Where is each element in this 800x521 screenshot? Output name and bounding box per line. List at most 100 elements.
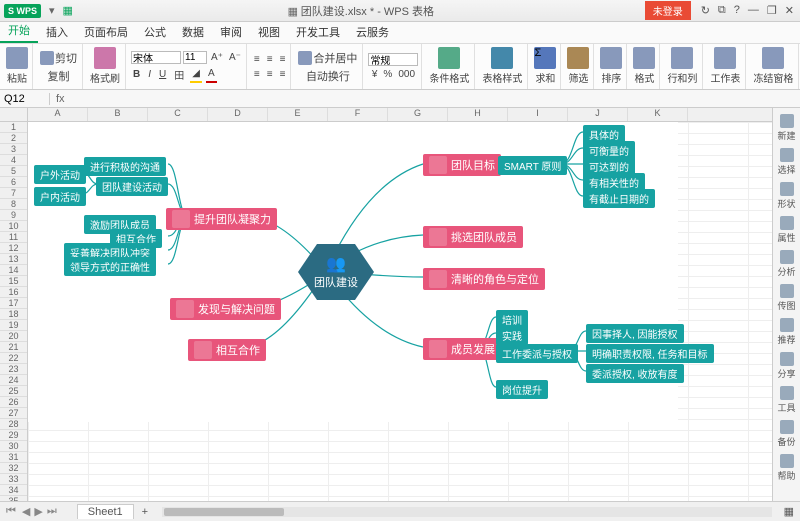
row-header[interactable]: 9 (0, 210, 27, 221)
col-header[interactable]: J (568, 108, 628, 121)
menu-tab-1[interactable]: 插入 (38, 21, 76, 43)
align-bot-button[interactable]: ≡ (278, 53, 288, 66)
col-header[interactable]: E (268, 108, 328, 121)
nav-next-button[interactable]: ▶ (30, 505, 46, 518)
row-header[interactable]: 21 (0, 342, 27, 353)
node-indoor[interactable]: 户内活动 (34, 187, 86, 206)
row-header[interactable]: 6 (0, 177, 27, 188)
sidepane-4[interactable]: 分析 (775, 250, 799, 278)
row-header[interactable]: 1 (0, 122, 27, 133)
node-member-dev[interactable]: 成员发展 (423, 338, 501, 360)
node-coop[interactable]: 相互合作 (188, 339, 266, 361)
row-header[interactable]: 33 (0, 474, 27, 485)
node-cohesion[interactable]: 提升团队凝聚力 (166, 208, 277, 230)
filter-button[interactable]: 筛选 (566, 69, 590, 86)
sidepane-1[interactable]: 选择 (775, 148, 799, 176)
row-header[interactable]: 11 (0, 232, 27, 243)
percent-button[interactable]: % (381, 68, 394, 81)
fill-color-button[interactable]: ◢ (190, 66, 202, 83)
sidepane-2[interactable]: 形状 (775, 182, 799, 210)
sidepane-6[interactable]: 推荐 (775, 318, 799, 346)
row-header[interactable]: 24 (0, 375, 27, 386)
select-all-corner[interactable] (0, 108, 28, 122)
row-header[interactable]: 12 (0, 243, 27, 254)
menu-tab-5[interactable]: 审阅 (212, 21, 250, 43)
sidepane-10[interactable]: 帮助 (775, 454, 799, 482)
menu-tab-4[interactable]: 数据 (174, 21, 212, 43)
node-practice[interactable]: 实践 (496, 326, 528, 345)
font-select[interactable] (131, 51, 181, 64)
sidepane-7[interactable]: 分享 (775, 352, 799, 380)
cond-format-button[interactable]: 条件格式 (427, 69, 471, 86)
fontsize-select[interactable] (183, 51, 207, 64)
row-header[interactable]: 20 (0, 331, 27, 342)
node-roles[interactable]: 清晰的角色与定位 (423, 268, 545, 290)
sync-icon[interactable]: ↻ (701, 4, 710, 17)
sidepane-8[interactable]: 工具 (775, 386, 799, 414)
help-icon[interactable]: ? (734, 4, 740, 17)
sidepane-5[interactable]: 传图 (775, 284, 799, 312)
col-header[interactable]: C (148, 108, 208, 121)
col-header[interactable]: G (388, 108, 448, 121)
horizontal-scrollbar[interactable] (162, 507, 772, 517)
node-del-2[interactable]: 委派授权, 收放有度 (586, 364, 684, 383)
freeze-button[interactable]: 冻结窗格 (751, 69, 795, 86)
fx-icon[interactable]: fx (50, 93, 71, 105)
worksheet-button[interactable]: 工作表 (708, 69, 742, 86)
row-header[interactable]: 31 (0, 452, 27, 463)
name-box[interactable]: Q12 (0, 93, 50, 105)
sidepane-9[interactable]: 备份 (775, 420, 799, 448)
cut-button[interactable]: 剪切 (38, 49, 79, 67)
col-header[interactable]: F (328, 108, 388, 121)
sheet-tab[interactable]: Sheet1 (77, 504, 134, 519)
rowcol-button[interactable]: 行和列 (665, 69, 699, 86)
row-header[interactable]: 10 (0, 221, 27, 232)
border-button[interactable]: 田 (172, 66, 186, 83)
bold-button[interactable]: B (131, 66, 142, 83)
merge-button[interactable]: 合并居中 (296, 49, 359, 67)
nav-last-button[interactable]: ⏭ (47, 505, 57, 518)
node-promote[interactable]: 岗位提升 (496, 380, 548, 399)
table-style-button[interactable]: 表格样式 (480, 69, 524, 86)
login-button[interactable]: 未登录 (645, 1, 691, 20)
row-header[interactable]: 27 (0, 408, 27, 419)
col-header[interactable]: B (88, 108, 148, 121)
align-center-button[interactable]: ≡ (265, 68, 275, 81)
copy-button[interactable]: 复制 (46, 67, 72, 85)
row-header[interactable]: 30 (0, 441, 27, 452)
row-header[interactable]: 3 (0, 144, 27, 155)
align-left-button[interactable]: ≡ (252, 68, 262, 81)
row-header[interactable]: 15 (0, 276, 27, 287)
col-header[interactable]: D (208, 108, 268, 121)
node-delegate[interactable]: 工作委派与授权 (496, 344, 578, 363)
node-del-1[interactable]: 明确职责权限, 任务和目标 (586, 344, 714, 363)
italic-button[interactable]: I (146, 66, 153, 83)
menu-tab-3[interactable]: 公式 (136, 21, 174, 43)
row-header[interactable]: 34 (0, 485, 27, 496)
nav-prev-button[interactable]: ◀ (22, 505, 30, 518)
menu-tab-2[interactable]: 页面布局 (76, 21, 136, 43)
node-leadership[interactable]: 领导方式的正确性 (64, 257, 156, 276)
currency-button[interactable]: ¥ (370, 68, 380, 81)
menu-tab-7[interactable]: 开发工具 (288, 21, 348, 43)
comma-button[interactable]: 000 (396, 68, 417, 81)
paste-button[interactable]: 粘贴 (5, 69, 29, 86)
align-top-button[interactable]: ≡ (252, 53, 262, 66)
node-solve[interactable]: 发现与解决问题 (170, 298, 281, 320)
row-header[interactable]: 16 (0, 287, 27, 298)
row-header[interactable]: 22 (0, 353, 27, 364)
sum-button[interactable]: 求和 (533, 69, 557, 86)
sidepane-3[interactable]: 属性 (775, 216, 799, 244)
row-header[interactable]: 2 (0, 133, 27, 144)
row-header[interactable]: 29 (0, 430, 27, 441)
row-header[interactable]: 17 (0, 298, 27, 309)
col-header[interactable]: K (628, 108, 688, 121)
dropdown-icon[interactable]: ▾ (45, 4, 59, 17)
increase-font-button[interactable]: A⁺ (209, 51, 225, 64)
row-header[interactable]: 13 (0, 254, 27, 265)
node-team-goal[interactable]: 团队目标 (423, 154, 501, 176)
node-activity[interactable]: 团队建设活动 (96, 177, 168, 196)
col-header[interactable]: H (448, 108, 508, 121)
minimize-icon[interactable]: — (748, 4, 759, 17)
maximize-icon[interactable]: ❐ (767, 4, 777, 17)
